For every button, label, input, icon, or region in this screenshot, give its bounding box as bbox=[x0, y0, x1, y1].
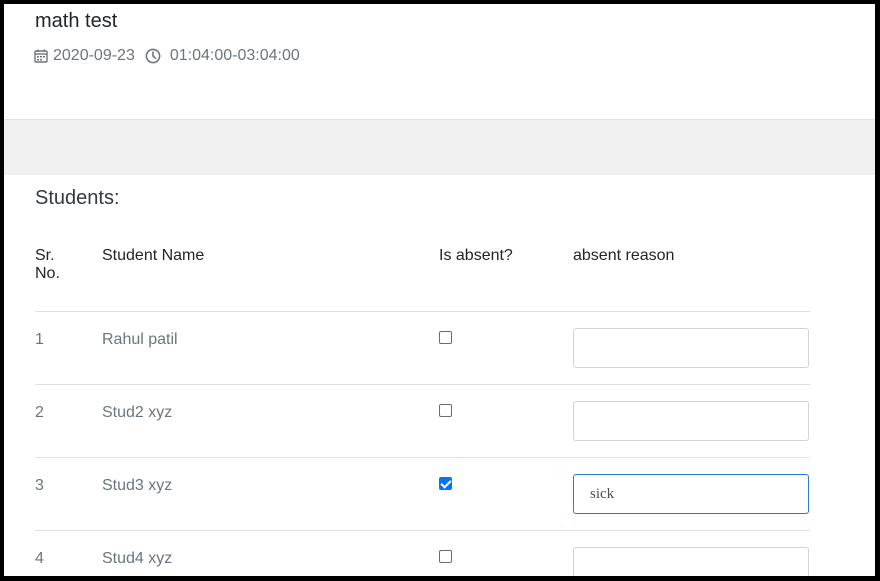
row-sr-no: 1 bbox=[35, 331, 44, 348]
table-row: 2 Stud2 xyz bbox=[35, 385, 810, 458]
row-student-name: Stud4 xyz bbox=[102, 550, 173, 567]
table-row: 1 Rahul patil bbox=[35, 312, 810, 385]
column-header-sr-no: Sr. No. bbox=[35, 247, 60, 282]
column-header-student-name: Student Name bbox=[102, 247, 205, 264]
exam-header-card: math test 2020-09-23 01:04:00-03:04:00 bbox=[4, 4, 875, 120]
row-student-name: Stud3 xyz bbox=[102, 477, 173, 494]
calendar-icon bbox=[34, 49, 48, 63]
row-sr-no: 2 bbox=[35, 404, 44, 421]
clock-icon bbox=[145, 48, 161, 64]
row-student-name: Stud2 xyz bbox=[102, 404, 173, 421]
table-row: 3 Stud3 xyz bbox=[35, 458, 810, 531]
absent-checkbox[interactable] bbox=[439, 331, 452, 344]
absent-checkbox[interactable] bbox=[439, 404, 452, 417]
column-header-absent-reason: absent reason bbox=[573, 247, 675, 264]
absent-reason-input[interactable] bbox=[573, 474, 809, 514]
absent-checkbox[interactable] bbox=[439, 550, 452, 563]
students-heading: Students: bbox=[35, 187, 120, 209]
row-sr-no: 3 bbox=[35, 477, 44, 494]
exam-title: math test bbox=[35, 10, 118, 32]
absent-reason-input[interactable] bbox=[573, 401, 809, 441]
absent-checkbox[interactable] bbox=[439, 477, 452, 490]
students-table: Sr. No. Student Name Is absent? absent r… bbox=[35, 245, 810, 576]
absent-reason-input[interactable] bbox=[573, 328, 809, 368]
row-student-name: Rahul patil bbox=[102, 331, 178, 348]
table-row: 4 Stud4 xyz bbox=[35, 531, 810, 576]
app-frame: math test 2020-09-23 01:04:00-03:04:00 S… bbox=[4, 4, 875, 576]
row-sr-no: 4 bbox=[35, 550, 44, 567]
table-header: Sr. No. Student Name Is absent? absent r… bbox=[35, 245, 810, 312]
absent-reason-input[interactable] bbox=[573, 547, 809, 576]
column-header-is-absent: Is absent? bbox=[439, 247, 513, 264]
exam-date: 2020-09-23 bbox=[53, 47, 135, 64]
exam-time: 01:04:00-03:04:00 bbox=[169, 47, 300, 64]
section-divider-band bbox=[4, 120, 875, 175]
exam-meta: 2020-09-23 01:04:00-03:04:00 bbox=[34, 47, 300, 65]
